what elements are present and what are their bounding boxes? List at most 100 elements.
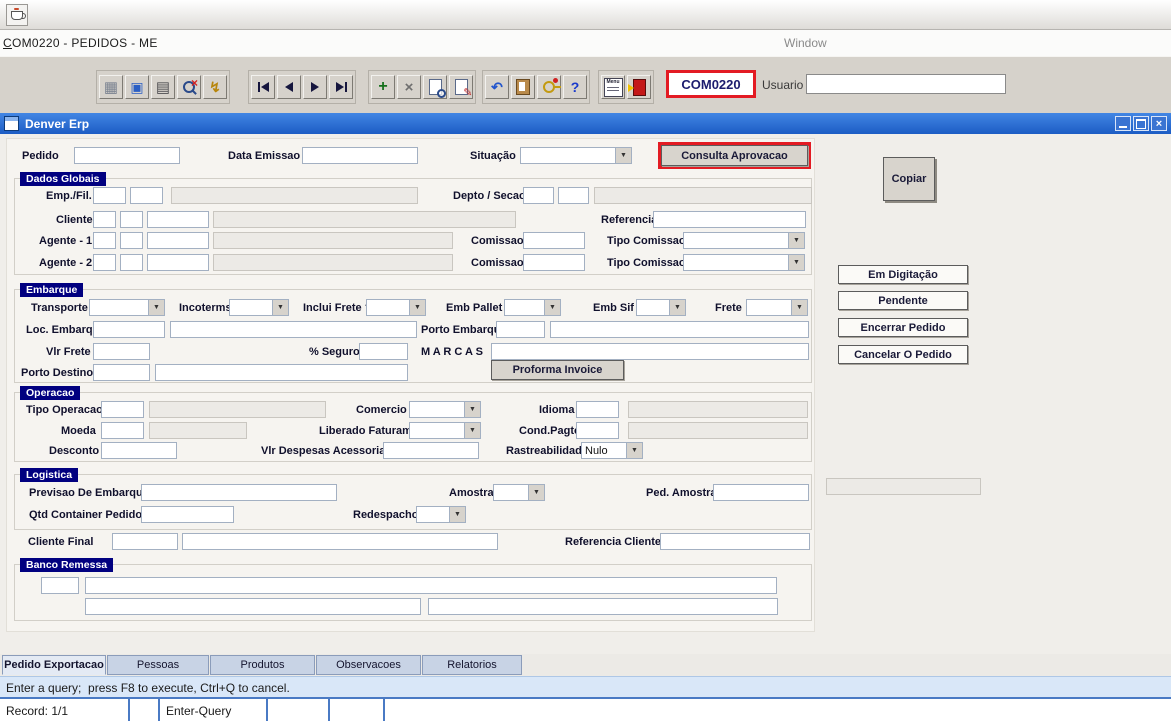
- close-button[interactable]: ×: [1151, 116, 1167, 131]
- moeda-input[interactable]: [101, 422, 144, 439]
- usuario-input[interactable]: [806, 74, 1006, 94]
- execute-query-button[interactable]: ↯: [203, 75, 227, 99]
- incoterms-select[interactable]: ▼: [229, 299, 289, 316]
- comissao1-input[interactable]: [523, 232, 585, 249]
- display-button[interactable]: ▣: [125, 75, 149, 99]
- situacao-select[interactable]: ▼: [520, 147, 632, 164]
- cliente-code3-input[interactable]: [147, 211, 209, 228]
- comercio-select[interactable]: ▼: [409, 401, 481, 418]
- banco-remessa-field2-input[interactable]: [428, 598, 778, 615]
- amostra-select[interactable]: ▼: [493, 484, 545, 501]
- frete-select[interactable]: ▼: [746, 299, 808, 316]
- banco-remessa-code-input[interactable]: [41, 577, 79, 594]
- vlr-despesas-input[interactable]: [383, 442, 479, 459]
- depto-input[interactable]: [523, 187, 554, 204]
- em-digitacao-button[interactable]: Em Digitação: [838, 265, 968, 284]
- edit-record-button[interactable]: ✎: [449, 75, 473, 99]
- next-record-button[interactable]: [303, 75, 327, 99]
- save-button[interactable]: ▦: [99, 75, 123, 99]
- marcas-input[interactable]: [491, 343, 809, 360]
- cliente-code1-input[interactable]: [93, 211, 116, 228]
- tipo-comissao1-select[interactable]: ▼: [683, 232, 805, 249]
- delete-record-button[interactable]: ×: [397, 75, 421, 99]
- print-button[interactable]: ▤: [151, 75, 175, 99]
- qtd-container-input[interactable]: [141, 506, 234, 523]
- cancelar-pedido-button[interactable]: Cancelar O Pedido: [838, 345, 968, 364]
- recordbar-cell: [268, 699, 330, 721]
- secao-input[interactable]: [558, 187, 589, 204]
- pendente-button[interactable]: Pendente: [838, 291, 968, 310]
- porto-embarque-desc-input[interactable]: [550, 321, 809, 338]
- banco-remessa-field1-input[interactable]: [85, 598, 421, 615]
- cancel-query-button[interactable]: ×: [177, 75, 201, 99]
- exit-button[interactable]: [627, 75, 651, 99]
- last-record-button[interactable]: [329, 75, 353, 99]
- loc-embarq-input[interactable]: [93, 321, 165, 338]
- transporte-select[interactable]: ▼: [89, 299, 165, 316]
- seguro-input[interactable]: [359, 343, 408, 360]
- tab-observacoes[interactable]: Observacoes: [316, 655, 421, 675]
- tipo-operacao-input[interactable]: [101, 401, 144, 418]
- porto-destino-desc-input[interactable]: [155, 364, 408, 381]
- banco-remessa-desc-input[interactable]: [85, 577, 777, 594]
- menu-form-title[interactable]: COM0220 - PEDIDOS - ME: [3, 36, 158, 50]
- porto-embarque-input[interactable]: [496, 321, 545, 338]
- referencia-cliente-input[interactable]: [660, 533, 810, 550]
- inclui-frete-select[interactable]: ▼: [366, 299, 426, 316]
- system-menu-button[interactable]: [6, 4, 28, 26]
- vlr-frete-input[interactable]: [93, 343, 150, 360]
- pedido-input[interactable]: [74, 147, 180, 164]
- agente1-code3-input[interactable]: [147, 232, 209, 249]
- redespacho-select[interactable]: ▼: [416, 506, 466, 523]
- help-button[interactable]: ?: [563, 75, 587, 99]
- referencia-input[interactable]: [653, 211, 806, 228]
- agente2-code1-input[interactable]: [93, 254, 116, 271]
- cliente-code2-input[interactable]: [120, 211, 143, 228]
- minimize-button[interactable]: [1115, 116, 1131, 131]
- cond-pagto-input[interactable]: [576, 422, 619, 439]
- agente2-code2-input[interactable]: [120, 254, 143, 271]
- comissao2-input[interactable]: [523, 254, 585, 271]
- tab-produtos[interactable]: Produtos: [210, 655, 315, 675]
- copiar-button[interactable]: Copiar: [883, 157, 935, 201]
- cliente-final-input[interactable]: [112, 533, 178, 550]
- incoterms-label: Incoterms: [179, 302, 232, 314]
- desconto-input[interactable]: [101, 442, 177, 459]
- menu-button[interactable]: Menu: [601, 75, 625, 99]
- rastreabilidade-select[interactable]: Nulo ▼: [581, 442, 643, 459]
- enter-query-button[interactable]: [423, 75, 447, 99]
- previous-record-button[interactable]: [277, 75, 301, 99]
- previsao-embarque-input[interactable]: [141, 484, 337, 501]
- emb-pallet-select[interactable]: ▼: [504, 299, 561, 316]
- cliente-final-desc-input[interactable]: [182, 533, 498, 550]
- insert-record-button[interactable]: +: [371, 75, 395, 99]
- tab-relatorios[interactable]: Relatorios: [422, 655, 522, 675]
- porto-destino-input[interactable]: [93, 364, 150, 381]
- keys-button[interactable]: [537, 75, 561, 99]
- emb-sif-select[interactable]: ▼: [636, 299, 686, 316]
- consulta-aprovacao-button[interactable]: Consulta Aprovacao: [661, 145, 808, 166]
- emp-fil-desc-field: [171, 187, 418, 204]
- agente1-code2-input[interactable]: [120, 232, 143, 249]
- tab-pedido-exportacao[interactable]: Pedido Exportacao: [2, 655, 106, 675]
- tab-pessoas[interactable]: Pessoas: [107, 655, 209, 675]
- clipboard-button[interactable]: [511, 75, 535, 99]
- menu-window[interactable]: Window: [784, 36, 827, 50]
- liberado-faturam-select[interactable]: ▼: [409, 422, 481, 439]
- encerrar-pedido-button[interactable]: Encerrar Pedido: [838, 318, 968, 337]
- mdi-window-icon[interactable]: [4, 116, 19, 131]
- maximize-button[interactable]: [1133, 116, 1149, 131]
- emp-input[interactable]: [93, 187, 126, 204]
- data-emissao-input[interactable]: [302, 147, 418, 164]
- agente1-code1-input[interactable]: [93, 232, 116, 249]
- idioma-input[interactable]: [576, 401, 619, 418]
- ped-amostra-input[interactable]: [713, 484, 809, 501]
- proforma-invoice-button[interactable]: Proforma Invoice: [491, 360, 624, 380]
- first-record-button[interactable]: [251, 75, 275, 99]
- fil-input[interactable]: [130, 187, 163, 204]
- agente2-code3-input[interactable]: [147, 254, 209, 271]
- loc-embarq-desc-input[interactable]: [170, 321, 417, 338]
- undo-button[interactable]: ↶: [485, 75, 509, 99]
- dropdown-arrow-icon: ▼: [669, 300, 685, 315]
- tipo-comissao2-select[interactable]: ▼: [683, 254, 805, 271]
